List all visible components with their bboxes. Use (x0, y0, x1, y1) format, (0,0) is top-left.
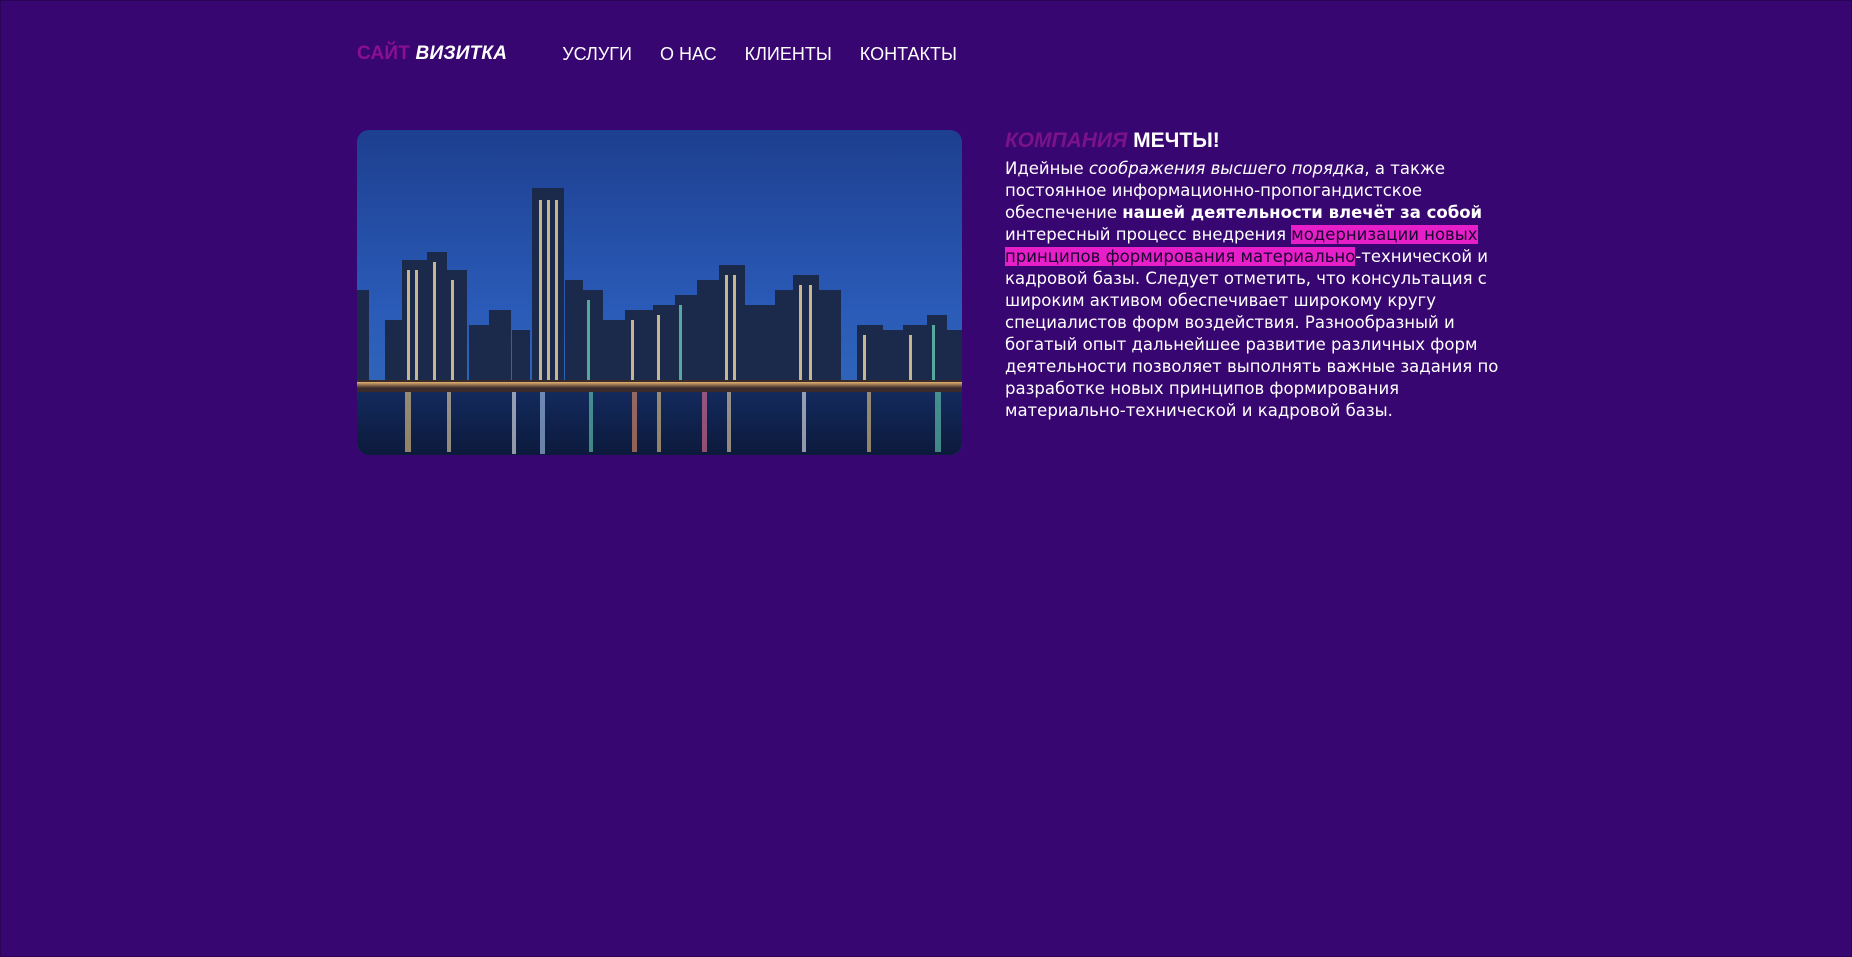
title-part-dream: МЕЧТЫ! (1133, 129, 1220, 152)
logo-part-card: ВИЗИТКА (415, 43, 508, 64)
site-header: САЙТ ВИЗИТКА УСЛУГИ О НАС КЛИЕНТЫ КОНТАК… (357, 40, 957, 68)
nav-item-clients[interactable]: КЛИЕНТЫ (745, 44, 832, 65)
text-bold-segment: нашей деятельности влечёт за собой (1122, 203, 1483, 222)
text-segment: Идейные (1005, 159, 1089, 178)
main-content: КОМПАНИЯ МЕЧТЫ! Идейные соображения высш… (1005, 128, 1525, 422)
logo-part-site: САЙТ (357, 43, 411, 64)
nav-item-about[interactable]: О НАС (660, 44, 717, 65)
main-nav: УСЛУГИ О НАС КЛИЕНТЫ КОНТАКТЫ (562, 44, 957, 65)
nav-item-services[interactable]: УСЛУГИ (562, 44, 632, 65)
title-part-company: КОМПАНИЯ (1005, 129, 1128, 152)
text-segment: -технической и кадровой базы. Следует от… (1005, 247, 1499, 420)
site-logo[interactable]: САЙТ ВИЗИТКА (357, 43, 507, 65)
nav-item-contacts[interactable]: КОНТАКТЫ (860, 44, 957, 65)
text-italic-segment: соображения высшего порядка (1088, 159, 1365, 178)
page-title: КОМПАНИЯ МЕЧТЫ! (1005, 128, 1525, 154)
text-segment: интересный процесс внедрения (1005, 225, 1292, 244)
description-paragraph: Идейные соображения высшего порядка, а т… (1005, 158, 1525, 422)
hero-image-city-skyline (357, 130, 962, 455)
